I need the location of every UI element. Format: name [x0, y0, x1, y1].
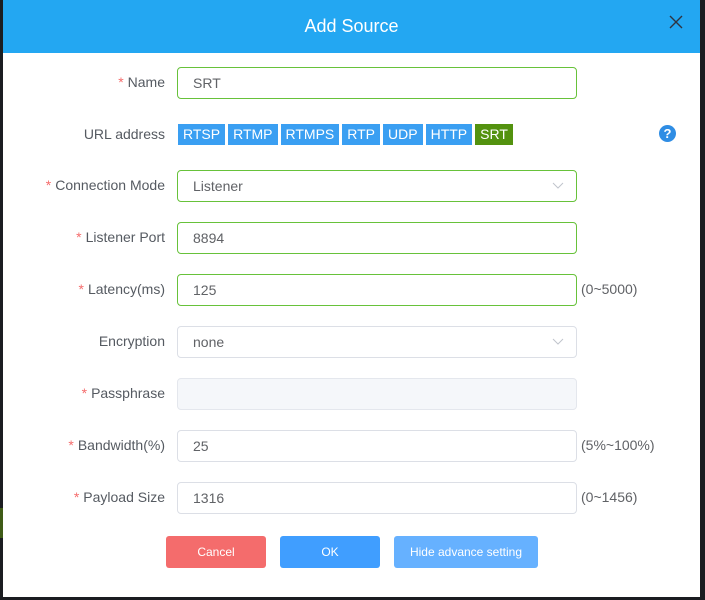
add-source-dialog: Add Source *Name URL address RTSP RTMP R… [3, 0, 700, 597]
connection-mode-value[interactable] [178, 171, 553, 201]
ok-button[interactable]: OK [280, 536, 380, 568]
encryption-label: Encryption [98, 333, 165, 349]
bandwidth-field[interactable] [177, 430, 577, 462]
cancel-button[interactable]: Cancel [166, 536, 266, 568]
connection-mode-label: * Connection Mode [45, 177, 165, 193]
listener-port-row: * Listener Port [3, 222, 700, 254]
url-address-row: URL address RTSP RTMP RTMPS RTP UDP HTTP… [3, 124, 700, 146]
connection-mode-select[interactable] [177, 170, 577, 202]
chevron-down-icon [552, 182, 564, 189]
encryption-row: Encryption [3, 326, 700, 358]
protocol-tab-udp[interactable]: UDP [383, 124, 423, 145]
bandwidth-hint: (5%~100%) [581, 437, 655, 453]
latency-label: * Latency(ms) [78, 281, 165, 297]
passphrase-input [178, 379, 553, 409]
name-row: * Name [3, 67, 700, 99]
latency-row: *Latency(ms) (0~5000) [3, 274, 700, 306]
listener-port-label: * Listener Port [76, 229, 165, 245]
encryption-select[interactable] [177, 326, 577, 358]
protocol-tab-srt[interactable]: SRT [475, 124, 513, 145]
protocol-tab-rtsp[interactable]: RTSP [178, 124, 226, 145]
latency-hint: (0~5000) [581, 281, 638, 297]
bandwidth-row: *Bandwidth(%) (5%~100%) [3, 430, 700, 462]
payload-size-label: * Payload Size [73, 489, 165, 505]
listener-port-input[interactable] [178, 223, 553, 253]
latency-field[interactable] [177, 274, 577, 306]
passphrase-label: * Passphrase [81, 385, 165, 401]
hide-advance-setting-button[interactable]: Hide advance setting [394, 536, 538, 568]
payload-size-field[interactable] [177, 482, 577, 514]
bandwidth-label: * Bandwidth(%) [68, 437, 165, 453]
name-label: * Name [118, 74, 165, 90]
name-input[interactable] [178, 68, 553, 98]
protocol-tab-http[interactable]: HTTP [425, 124, 473, 145]
latency-input[interactable] [178, 275, 553, 305]
protocol-tabs: RTSP RTMP RTMPS RTP UDP HTTP SRT [178, 124, 513, 145]
protocol-tab-rtmp[interactable]: RTMP [228, 124, 278, 145]
protocol-tab-rtp[interactable]: RTP [342, 124, 381, 145]
payload-size-hint: (0~1456) [581, 489, 638, 505]
required-star: * [118, 74, 124, 90]
protocol-tab-rtmps[interactable]: RTMPS [280, 124, 340, 145]
connection-mode-row: * Connection Mode [3, 170, 700, 202]
chevron-down-icon [552, 338, 564, 345]
payload-size-row: *Payload Size (0~1456) [3, 482, 700, 514]
passphrase-row: * Passphrase [3, 378, 700, 410]
close-icon[interactable] [668, 14, 684, 30]
listener-port-field[interactable] [177, 222, 577, 254]
encryption-value[interactable] [178, 327, 553, 357]
bandwidth-input[interactable] [178, 431, 553, 461]
dialog-title: Add Source [304, 16, 399, 36]
name-field[interactable] [177, 67, 577, 99]
help-icon[interactable]: ? [659, 125, 676, 142]
passphrase-field [177, 378, 577, 410]
url-address-label: URL address [83, 126, 165, 142]
dialog-header: Add Source [3, 0, 700, 53]
payload-size-input[interactable] [178, 483, 553, 513]
